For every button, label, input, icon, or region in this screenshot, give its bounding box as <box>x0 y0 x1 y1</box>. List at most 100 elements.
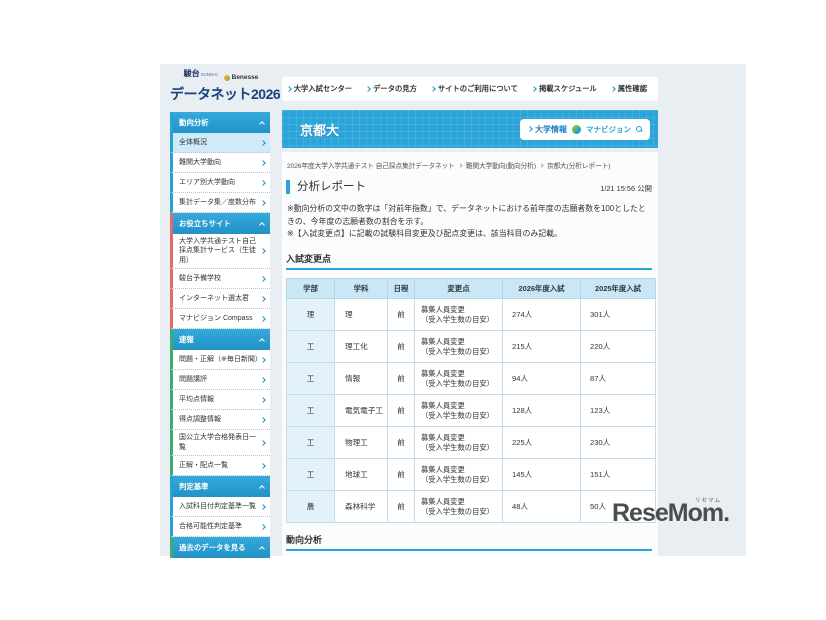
page-title: 分析レポート <box>286 180 366 194</box>
resemom-ruby: リセマム <box>695 496 721 504</box>
cell-department: 情報 <box>335 363 388 395</box>
chevron-right-icon <box>539 163 543 167</box>
cell-2026: 128人 <box>503 395 581 427</box>
chevron-right-icon <box>531 86 537 92</box>
cell-change: 募集人員変更 （受入学生数の目安） <box>415 331 503 363</box>
cell-schedule: 前 <box>388 299 415 331</box>
chevron-right-icon <box>260 160 266 166</box>
sidebar-item-label: 国公立大学合格発表日一覧 <box>179 430 259 455</box>
col-header-change: 変更点 <box>415 279 503 299</box>
cell-change: 募集人員変更 （受入学生数の目安） <box>415 427 503 459</box>
sidebar-section-useful-sites[interactable]: お役立ちサイト <box>170 213 270 234</box>
sidebar-item-label: 得点調整情報 <box>179 412 221 427</box>
sidebar-item-label: インターネット選太君 <box>179 291 249 306</box>
sidebar-item-probability-criteria[interactable]: 合格可能性判定基準 <box>170 517 270 537</box>
chevron-right-icon <box>260 357 266 363</box>
change-line1: 募集人員変更 <box>421 433 502 443</box>
col-header-faculty: 学部 <box>287 279 335 299</box>
sidebar-item-answers-points[interactable]: 正解・配点一覧 <box>170 456 270 476</box>
chevron-right-icon <box>260 276 266 282</box>
nav-label: 掲載スケジュール <box>539 84 597 94</box>
sidebar-item-score-adjustment[interactable]: 得点調整情報 <box>170 410 270 430</box>
sidebar-item-subject-criteria[interactable]: 入試科目付判定基準一覧 <box>170 497 270 517</box>
sidebar-section-breaking-news[interactable]: 速報 <box>170 329 270 350</box>
chevron-right-icon <box>260 248 266 254</box>
change-line2: （受入学生数の目安） <box>421 443 502 453</box>
title-row: 分析レポート 1/21 15:56 公開 <box>286 180 652 194</box>
sidebar-item-label: エリア別大学動向 <box>179 175 235 190</box>
chevron-right-icon <box>260 377 266 383</box>
partner-logos: 駿台SUNDAI Benesse <box>170 69 272 81</box>
chevron-right-icon <box>260 417 266 423</box>
cell-department: 理工化 <box>335 331 388 363</box>
chevron-right-icon <box>260 200 266 206</box>
cell-department: 電気電子工 <box>335 395 388 427</box>
change-line1: 募集人員変更 <box>421 369 502 379</box>
university-name: 京都大 <box>300 120 339 139</box>
sidebar-item-top-universities[interactable]: 難関大学動向 <box>170 153 270 173</box>
sidebar-item-label: 全体概況 <box>179 135 207 150</box>
sidebar-item-sentakun[interactable]: インターネット選太君 <box>170 289 270 309</box>
manavision-label: マナビジョン <box>586 124 631 135</box>
section-title: 速報 <box>179 334 194 345</box>
site-title: データネット2026 <box>170 84 272 104</box>
nav-item-schedule[interactable]: 掲載スケジュール <box>525 84 604 94</box>
breadcrumb-section[interactable]: 難関大学動向(動向分析) <box>466 160 536 170</box>
cell-faculty: 工 <box>287 427 335 459</box>
sidebar-item-label: 入試科目付判定基準一覧 <box>179 499 256 514</box>
sidebar-item-overall[interactable]: 全体概況 <box>170 133 270 153</box>
chevron-right-icon <box>610 86 616 92</box>
table-row: 工 情報 前 募集人員変更 （受入学生数の目安） 94人 87人 <box>287 363 656 395</box>
note-line: ※【入試変更点】に記載の試験科目変更及び配点変更は、該当科目のみ記載。 <box>287 228 652 240</box>
sidebar-item-questions-answers[interactable]: 問題・正解（※毎日新聞） <box>170 350 270 370</box>
sidebar-item-self-scoring-service[interactable]: 大学入学共通テスト自己採点集計サービス（生徒用） <box>170 234 270 269</box>
nav-item-site-usage[interactable]: サイトのご利用について <box>424 84 525 94</box>
search-icon <box>636 126 642 132</box>
sidebar-item-label: 大学入学共通テスト自己採点集計サービス（生徒用） <box>179 234 259 268</box>
nav-item-exam-center[interactable]: 大学入試センター <box>280 84 359 94</box>
site-logo[interactable]: 駿台SUNDAI Benesse データネット2026 <box>170 69 272 104</box>
university-banner: 京都大 大学情報 マナビジョン <box>282 110 658 148</box>
cell-schedule: 前 <box>388 427 415 459</box>
change-line1: 募集人員変更 <box>421 465 502 475</box>
university-info-button[interactable]: 大学情報 マナビジョン <box>520 119 650 140</box>
cell-schedule: 前 <box>388 331 415 363</box>
sidebar-section-trend-analysis[interactable]: 動向分析 <box>170 112 270 133</box>
chevron-right-icon <box>365 86 371 92</box>
change-line1: 募集人員変更 <box>421 337 502 347</box>
sidebar-section-past-data[interactable]: 過去のデータを見る <box>170 537 270 558</box>
section-title: 動向分析 <box>179 117 209 128</box>
chevron-right-icon <box>260 140 266 146</box>
cell-faculty: 工 <box>287 459 335 491</box>
sidebar-item-question-reviews[interactable]: 問題講評 <box>170 370 270 390</box>
report-notes: ※動向分析の文中の数字は「対前年指数」で、データネットにおける前年度の志願者数を… <box>287 203 652 240</box>
sidebar-section-judgment-criteria[interactable]: 判定基準 <box>170 476 270 497</box>
nav-item-how-to-read[interactable]: データの見方 <box>359 84 424 94</box>
change-line2: （受入学生数の目安） <box>421 315 502 325</box>
breadcrumb-current: 京都大(分析レポート) <box>547 160 611 170</box>
sidebar-item-manavision-compass[interactable]: マナビジョン Compass <box>170 309 270 329</box>
chevron-right-icon <box>260 504 266 510</box>
sundai-logo-sub: SUNDAI <box>201 72 218 77</box>
chevron-right-icon <box>260 463 266 469</box>
sidebar-item-acceptance-dates[interactable]: 国公立大学合格発表日一覧 <box>170 430 270 456</box>
cell-2025: 87人 <box>581 363 656 395</box>
sidebar-item-area-trends[interactable]: エリア別大学動向 <box>170 173 270 193</box>
section-title: お役立ちサイト <box>179 218 231 229</box>
benesse-mark-icon <box>224 75 230 81</box>
cell-2026: 145人 <box>503 459 581 491</box>
sundai-logo: 駿台SUNDAI <box>184 63 218 81</box>
published-timestamp: 1/21 15:56 公開 <box>600 183 652 194</box>
manavision-sphere-icon <box>572 125 581 134</box>
chevron-right-icon <box>527 126 533 132</box>
sundai-logo-text: 駿台 <box>184 69 200 78</box>
cell-change: 募集人員変更 （受入学生数の目安） <box>415 363 503 395</box>
sidebar-item-label: 問題・正解（※毎日新聞） <box>179 352 259 367</box>
top-nav: 大学入試センター データの見方 サイトのご利用について 掲載スケジュール 属性確… <box>282 77 658 101</box>
nav-item-attribute-check[interactable]: 属性確認 <box>604 84 654 94</box>
breadcrumb-home[interactable]: 2026年度大学入学共通テスト 自己採点集計データネット <box>287 160 455 170</box>
sidebar-item-average-scores[interactable]: 平均点情報 <box>170 390 270 410</box>
cell-faculty: 理 <box>287 299 335 331</box>
sidebar-item-sundai-school[interactable]: 駿台予備学校 <box>170 269 270 289</box>
sidebar-item-data-tables[interactable]: 集計データ集／度数分布 <box>170 193 270 213</box>
